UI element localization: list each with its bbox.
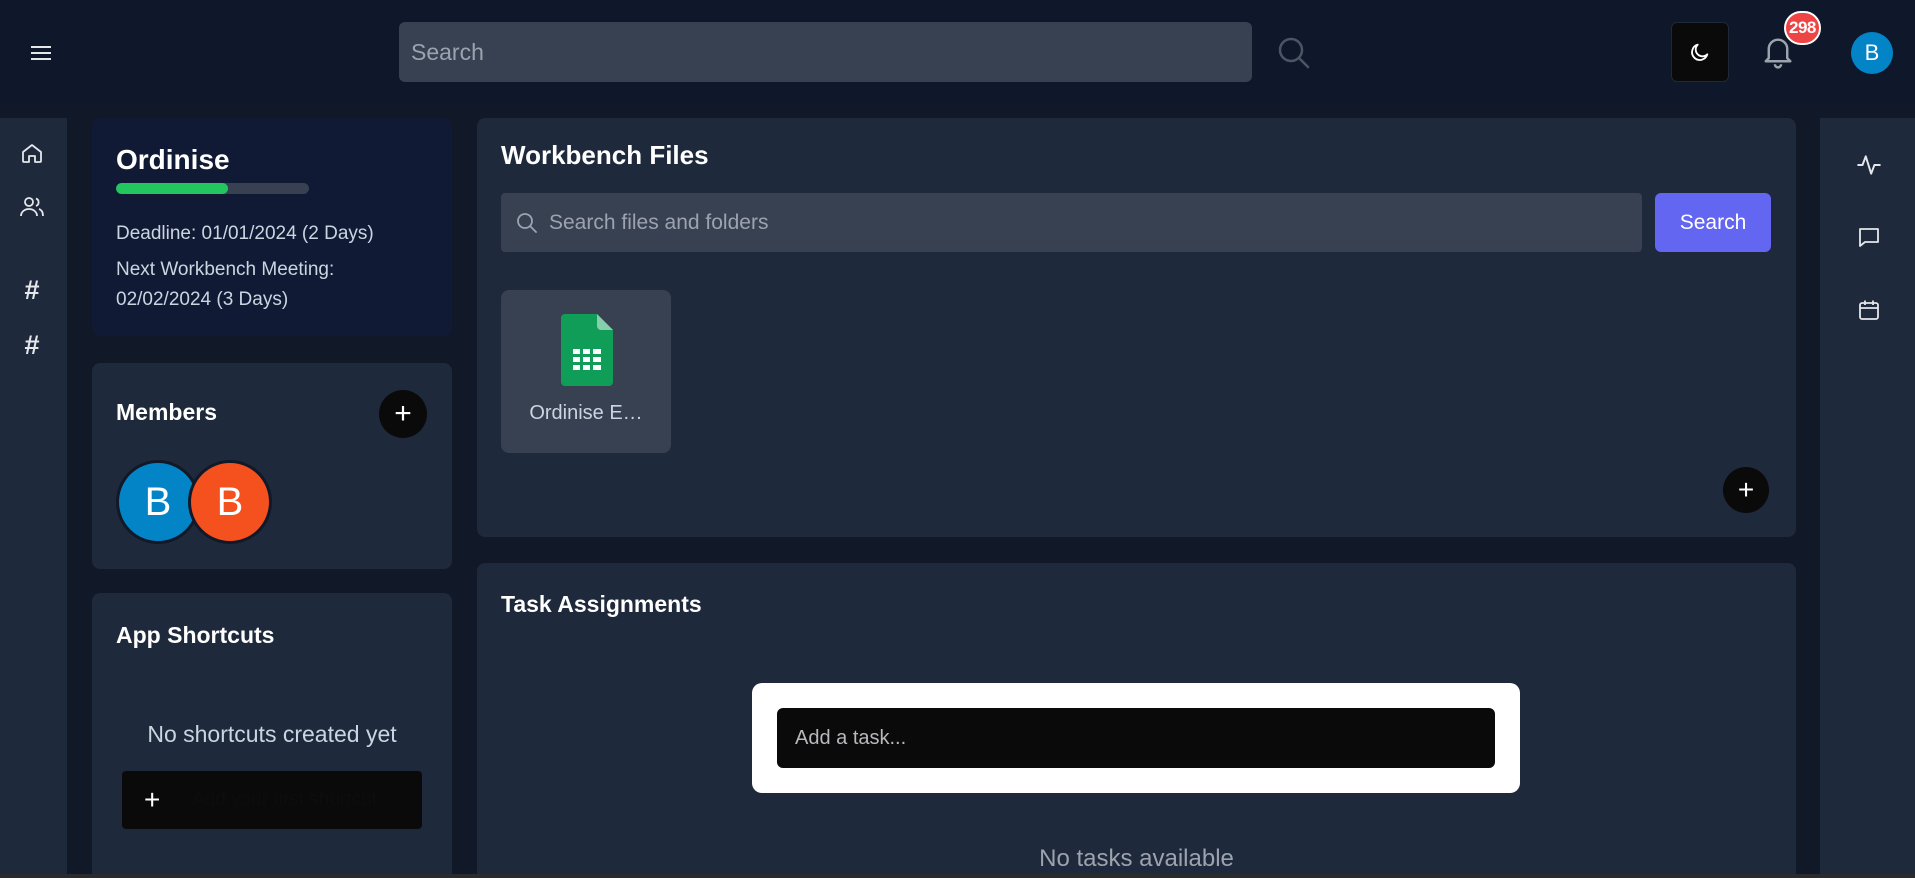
- add-shortcut-label: Add your first shortcut: [192, 789, 377, 810]
- add-shortcut-button[interactable]: + Add your first shortcut: [122, 771, 422, 829]
- search-icon: [1278, 37, 1310, 69]
- project-progress-fill: [116, 183, 228, 194]
- files-search-field: [501, 193, 1642, 252]
- home-icon: [22, 144, 42, 163]
- chat-button[interactable]: [1855, 223, 1883, 251]
- activity-icon: [1857, 155, 1881, 175]
- search-input[interactable]: [399, 22, 1252, 82]
- search-icon: [517, 213, 537, 233]
- next-meeting-label: Next Workbench Meeting:: [116, 259, 335, 280]
- moon-icon: [1691, 43, 1709, 61]
- left-nav-rail: [0, 118, 67, 878]
- activity-button[interactable]: [1855, 151, 1883, 179]
- project-progress-bar: [116, 183, 309, 194]
- task-assignments-title: Task Assignments: [501, 591, 702, 617]
- user-avatar[interactable]: B: [1851, 32, 1893, 74]
- bottom-divider: [0, 874, 1915, 878]
- workbench-files-title: Workbench Files: [501, 140, 709, 170]
- add-task-box: [752, 683, 1520, 793]
- files-search-input[interactable]: [549, 193, 1629, 252]
- app-shortcuts-title: App Shortcuts: [116, 622, 275, 648]
- no-tasks-message: No tasks available: [1039, 845, 1234, 872]
- chat-icon: [1859, 228, 1879, 247]
- add-member-button[interactable]: +: [379, 390, 427, 438]
- nav-channel-1[interactable]: #: [19, 274, 45, 305]
- top-bar: 298 B: [0, 0, 1915, 104]
- notification-count-badge: 298: [1784, 11, 1821, 45]
- workbench-files-card: Workbench Files Search Ordinise E… +: [477, 118, 1796, 537]
- theme-toggle-button[interactable]: [1671, 22, 1729, 82]
- next-meeting-date: 02/02/2024 (3 Days): [116, 289, 289, 310]
- project-title: Ordinise: [116, 144, 230, 175]
- add-task-input[interactable]: [777, 708, 1495, 768]
- project-card: Ordinise Deadline: 01/01/2024 (2 Days) N…: [92, 118, 452, 336]
- hamburger-icon: [31, 46, 51, 60]
- calendar-icon: [1859, 300, 1879, 320]
- nav-channel-2[interactable]: #: [19, 329, 45, 360]
- member-avatar[interactable]: B: [188, 460, 272, 544]
- calendar-button[interactable]: [1855, 296, 1883, 324]
- menu-button[interactable]: [26, 38, 56, 68]
- hash-icon: #: [24, 329, 40, 360]
- project-deadline: Deadline: 01/01/2024 (2 Days): [116, 223, 374, 244]
- no-shortcuts-message: No shortcuts created yet: [147, 721, 397, 747]
- task-assignments-card: Task Assignments No tasks available: [477, 563, 1796, 878]
- members-title: Members: [116, 399, 217, 425]
- add-file-button[interactable]: +: [1723, 467, 1769, 513]
- file-name: Ordinise E…: [529, 402, 643, 424]
- users-icon: [20, 197, 44, 217]
- files-search-button[interactable]: Search: [1655, 193, 1771, 252]
- file-item[interactable]: Ordinise E…: [501, 290, 671, 453]
- nav-home[interactable]: [19, 140, 45, 166]
- plus-icon: +: [144, 784, 161, 815]
- google-sheets-icon: [561, 314, 613, 386]
- app-shortcuts-card: App Shortcuts No shortcuts created yet +…: [92, 593, 452, 878]
- search-button[interactable]: [1277, 36, 1311, 70]
- members-card: Members + B B: [92, 363, 452, 569]
- nav-users[interactable]: [19, 194, 45, 220]
- hash-icon: #: [24, 274, 40, 305]
